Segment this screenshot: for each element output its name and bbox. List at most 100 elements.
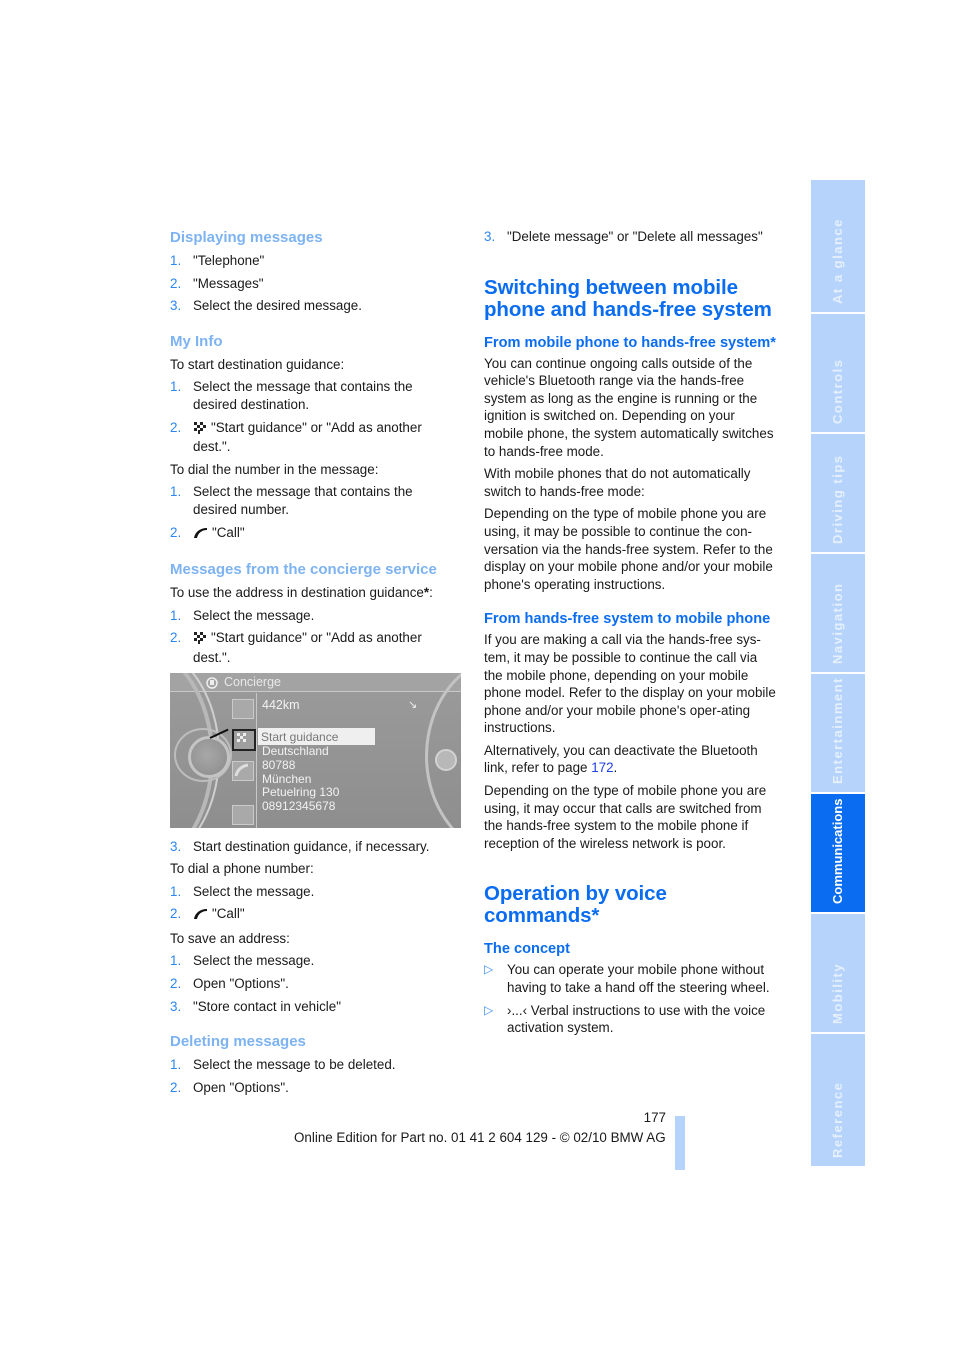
list-item: 2. Open "Options". xyxy=(170,1079,460,1097)
step-number: 1. xyxy=(170,379,182,395)
paragraph: Depending on the type of mobile phone yo… xyxy=(484,783,767,851)
triangle-bullet-icon: ▷ xyxy=(484,1002,494,1017)
footer-marker-bar xyxy=(675,1116,685,1170)
concierge-dial-steps: 1. Select the message. 2. "Call" xyxy=(170,883,460,925)
tab-label: At a glance xyxy=(830,218,845,304)
screen-address-line: Deutschland xyxy=(262,743,329,758)
step-number: 1. xyxy=(170,1057,182,1073)
tab-communications[interactable]: Communications xyxy=(811,794,865,912)
concierge-icon xyxy=(206,676,218,694)
step-text: "Start guidance" or "Add as another dest… xyxy=(193,419,422,455)
heading-the-concept: The concept xyxy=(484,941,570,958)
screen-menu-button-info xyxy=(232,698,254,719)
bullet-text: You can operate your mobile phone withou… xyxy=(507,962,770,996)
tab-label: Entertainment xyxy=(830,677,845,784)
concierge-step-3: 3. Start destination guidance, if necessa… xyxy=(170,838,460,856)
left-column: Displaying messages 1. "Telephone" 2. "Mes… xyxy=(170,228,461,1101)
step-text: Select the message. xyxy=(193,607,315,623)
tab-at-a-glance[interactable]: At a glance xyxy=(811,180,865,312)
paragraph: With mobile phones that do not automatic… xyxy=(484,466,751,499)
step-number: 2. xyxy=(170,1079,182,1095)
list-item: 1. Select the message. xyxy=(170,883,460,901)
right-knob xyxy=(435,748,457,771)
step-number: 1. xyxy=(170,484,182,500)
screen-menu-button-save xyxy=(232,804,254,825)
step-text: Open "Options". xyxy=(193,976,289,992)
tab-label: Driving tips xyxy=(830,454,845,544)
list-item: 2. "Call" xyxy=(170,905,460,925)
triangle-bullet-icon: ▷ xyxy=(484,962,494,977)
my-info-intro-guidance: To start destination guidance: xyxy=(170,356,345,372)
heading-my-info: My Info xyxy=(170,332,223,350)
step-text: Select the message that contains the des… xyxy=(193,379,413,412)
tab-label: Mobility xyxy=(830,962,845,1024)
heading-displaying-messages: Displaying messages xyxy=(170,229,323,246)
tab-reference[interactable]: Reference xyxy=(811,1034,865,1166)
heading-switching: Switching between mobile phone and hands… xyxy=(484,275,772,321)
list-item: 1. Select the message to be deleted. xyxy=(170,1056,460,1074)
step-number: 1. xyxy=(170,953,182,969)
paragraph: You can continue ongoing calls outside o… xyxy=(484,355,774,459)
list-item: 2. "Messages" xyxy=(170,275,460,293)
list-item: 2. "Start guidance" or "Add as another de… xyxy=(170,419,460,456)
step-text: "Call" xyxy=(212,524,245,540)
tab-label: Controls xyxy=(830,358,845,424)
list-item: 1. Select the message. xyxy=(170,952,460,970)
screen-address-line: 08912345678 xyxy=(262,798,336,813)
list-item: 3. "Store contact in vehicle" xyxy=(170,998,460,1016)
screen-distance: 442km xyxy=(262,697,300,712)
tab-navigation[interactable]: Navigation xyxy=(811,554,865,672)
paragraph: Depending on the type of mobile phone yo… xyxy=(484,506,773,592)
tab-controls[interactable]: Controls xyxy=(811,314,865,432)
tab-driving-tips[interactable]: Driving tips xyxy=(811,434,865,552)
heading-deleting-messages: Deleting messages xyxy=(170,1033,306,1051)
concept-bullets: ▷ You can operate your mobile phone witho… xyxy=(484,961,776,1036)
step-text: Select the message. xyxy=(193,953,315,969)
displaying-messages-steps: 1. "Telephone" 2. "Messages" 3. Select the … xyxy=(170,252,460,315)
step-text: "Call" xyxy=(212,906,245,922)
step-number: 3. xyxy=(170,998,182,1014)
step-number: 2. xyxy=(170,275,182,291)
step-text: "Messages" xyxy=(193,275,264,291)
step-text: Select the message that contains the des… xyxy=(193,484,413,517)
deleting-steps: 1. Select the message to be deleted. 2. Op… xyxy=(170,1056,460,1096)
list-item: 2. "Start guidance" or "Add as another de… xyxy=(170,629,460,666)
screen-divider xyxy=(256,692,257,828)
list-item: 3. Select the desired message. xyxy=(170,297,460,315)
paragraph-bluetooth: Alternatively, you can deactivate the Bl… xyxy=(484,742,776,777)
heading-voice-commands: Operation by voice commands* xyxy=(484,882,667,928)
paragraph: If you are making a call via the hands-f… xyxy=(484,632,776,736)
direction-arrow-icon: ↘ xyxy=(408,698,418,711)
page-number: 177 xyxy=(643,1110,666,1125)
list-item: 3. "Delete message" or "Delete all messag… xyxy=(484,228,776,246)
list-item: ▷ You can operate your mobile phone witho… xyxy=(484,961,776,996)
step-text: Select the desired message. xyxy=(193,298,362,314)
screen-title: Concierge xyxy=(224,674,281,689)
list-item: 1. Select the message that contains the d… xyxy=(170,483,460,518)
destination-flag-icon xyxy=(193,631,207,649)
step-number: 2. xyxy=(170,630,182,646)
right-column: 3. "Delete message" or "Delete all messag… xyxy=(484,228,776,1042)
list-item: ▷ ›...‹ Verbal instructions to use with t… xyxy=(484,1002,776,1037)
concierge-intro-dial: To dial a phone number: xyxy=(170,861,314,877)
heading-to-mobile: From hands-free system to mobile phone xyxy=(484,611,771,628)
page-link-172[interactable]: 172 xyxy=(591,760,613,775)
heading-to-handsfree: From mobile phone to hands-free system* xyxy=(484,334,776,351)
step-text: "Delete message" or "Delete all messages… xyxy=(507,229,763,244)
list-item: 1. Select the message that contains the d… xyxy=(170,378,460,413)
step-text: Start destination guidance, if necessary… xyxy=(193,838,430,854)
list-item: 1. "Telephone" xyxy=(170,252,460,270)
step-text: Select the message to be deleted. xyxy=(193,1057,396,1073)
tab-mobility[interactable]: Mobility xyxy=(811,914,865,1032)
step-number: 2. xyxy=(170,906,182,922)
heading-concierge: Messages from the concierge service xyxy=(170,561,437,579)
bullet-text: ›...‹ Verbal instructions to use with th… xyxy=(507,1002,766,1036)
concierge-intro-save: To save an address: xyxy=(170,930,290,946)
tab-entertainment[interactable]: Entertainment xyxy=(811,674,865,792)
step-text: Select the message. xyxy=(193,883,315,899)
screen-address-line: München xyxy=(262,771,312,786)
screen-menu-button-call xyxy=(232,760,254,781)
paragraph-text: Alternatively, you can deactivate the Bl… xyxy=(484,742,758,776)
concierge-intro: To use the address in destination guidan… xyxy=(170,584,460,602)
step-text: "Telephone" xyxy=(193,253,265,268)
